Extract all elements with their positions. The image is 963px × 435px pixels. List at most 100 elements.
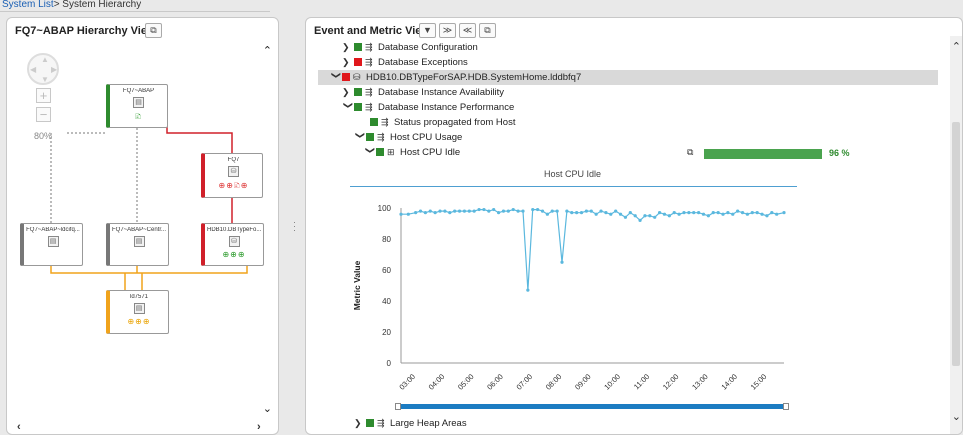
panel-splitter[interactable]: · · · (293, 218, 297, 235)
expand-icon[interactable]: ❯ (342, 55, 354, 70)
y-tick-label: 100 (378, 204, 392, 213)
breadcrumb-link-system-list[interactable]: System List (2, 0, 54, 10)
data-point (614, 209, 618, 213)
data-point (682, 211, 686, 215)
event-metric-view-title: Event and Metric View (314, 25, 430, 37)
data-point (501, 209, 506, 213)
x-tick-label: 07:00 (515, 372, 535, 392)
node-title: FQ7~ABAP (122, 88, 155, 94)
collapse-icon[interactable]: ❯ (329, 72, 344, 84)
data-point (692, 211, 696, 215)
collapse-all-icon[interactable]: ≫ (439, 23, 456, 38)
data-point (687, 211, 691, 215)
chart-toggle-icon[interactable]: ⧉ (687, 147, 693, 158)
tree-row-label: Status propagated from Host (394, 117, 516, 128)
scroll-up-icon[interactable]: ⌃ (952, 40, 961, 53)
expand-all-icon[interactable]: ≪ (459, 23, 476, 38)
expand-icon[interactable]: ❯ (342, 40, 354, 55)
data-point (423, 211, 427, 215)
collapse-icon[interactable]: ❯ (353, 132, 368, 144)
scroll-up-icon[interactable]: ⌃ (263, 44, 272, 57)
data-point (487, 209, 491, 213)
node-fq7-abap[interactable]: FQ7~ABAP ▤ 🗈 (106, 84, 168, 128)
data-point (399, 212, 403, 216)
data-point (545, 212, 549, 216)
y-axis-label: Metric Value (352, 260, 362, 310)
y-tick-label: 0 (387, 359, 392, 368)
tree-row-large-heap-areas[interactable]: ❯ ⇶ Large Heap Areas (318, 416, 938, 431)
data-point (506, 209, 510, 213)
scroll-left-icon[interactable]: ‹ (17, 421, 21, 433)
node-status-icons: ⊕⊕⊕ (127, 317, 151, 326)
tree-row-label: Database Instance Availability (378, 87, 505, 98)
data-point (438, 209, 442, 213)
expand-icon[interactable]: ❯ (342, 85, 354, 100)
collapse-icon[interactable]: ❯ (341, 102, 356, 114)
node-title: FQ7 (227, 157, 240, 163)
metric-value-bar (704, 149, 822, 159)
data-point (721, 212, 725, 216)
x-tick-label: 12:00 (661, 372, 681, 392)
node-ld7571[interactable]: ld7571 ▤ ⊕⊕⊕ (106, 290, 169, 334)
data-point (448, 211, 452, 215)
chart-divider (350, 186, 797, 187)
data-point (618, 212, 623, 216)
tree-row-status-propagated[interactable]: ⇶ Status propagated from Host (318, 115, 938, 130)
data-point (726, 211, 730, 215)
x-tick-label: 14:00 (719, 372, 739, 392)
data-point (672, 211, 676, 215)
time-range-slider[interactable] (395, 403, 789, 410)
tree-row-database-exceptions[interactable]: ❯ ⇶ Database Exceptions (318, 55, 938, 70)
system-icon: ▤ (133, 236, 145, 247)
data-point (604, 211, 608, 215)
data-point (609, 212, 613, 216)
vertical-scrollbar[interactable] (950, 36, 962, 434)
data-point (731, 212, 735, 216)
scroll-down-icon[interactable]: ⌄ (952, 410, 961, 423)
database-icon: ⛁ (353, 72, 361, 82)
node-hdb10-dbtype[interactable]: HDB10.DBTypeFo... ⛁ ⊕⊕⊕ (201, 223, 264, 266)
node-fq7-abap-centr[interactable]: FQ7~ABAP~Centr... ▤ (106, 223, 169, 266)
data-point (482, 207, 486, 212)
filter-icon[interactable]: ▼ (419, 23, 436, 38)
hierarchy-view-panel: FQ7~ABAP Hierarchy View ⧉ ▲ ▼ ◀ ▶ + − 80… (6, 17, 279, 435)
data-point (594, 212, 598, 216)
x-tick-label: 06:00 (485, 372, 505, 392)
x-tick-label: 04:00 (427, 372, 447, 392)
data-point (496, 211, 501, 215)
data-point (750, 211, 754, 215)
data-point (550, 209, 554, 213)
detach-icon[interactable]: ⧉ (479, 23, 496, 38)
data-point (472, 209, 476, 213)
node-fq7[interactable]: FQ7 ⛁ ⊕⊕🗈⊕ (201, 153, 263, 198)
data-point (406, 212, 410, 216)
data-point (770, 211, 774, 215)
data-point (584, 209, 589, 213)
tree-row-label: HDB10.DBTypeForSAP.HDB.SystemHome.lddbfq… (366, 72, 582, 83)
y-tick-label: 20 (382, 328, 391, 337)
data-point (701, 212, 706, 216)
node-fq7-abap-ldcifq[interactable]: FQ7~ABAP~ldcifq... ▤ (20, 223, 83, 266)
data-point (711, 211, 715, 215)
system-icon: ▤ (133, 97, 144, 108)
chart-title: Host CPU Idle (544, 169, 602, 179)
scroll-down-icon[interactable]: ⌄ (263, 402, 272, 415)
data-point (414, 211, 418, 215)
slider-end-handle[interactable] (783, 403, 789, 410)
x-tick-label: 11:00 (632, 372, 651, 391)
expand-icon[interactable]: ❯ (354, 416, 366, 431)
tree-row-database-instance-availability[interactable]: ❯ ⇶ Database Instance Availability (318, 85, 938, 100)
collapse-icon[interactable]: ❯ (363, 147, 378, 159)
status-ok-icon (354, 43, 362, 51)
slider-start-handle[interactable] (395, 403, 401, 410)
tree-row-host-cpu-idle[interactable]: ❯ ⊞ Host CPU Idle (318, 145, 648, 160)
tree-row-hdb10-system[interactable]: ❯ ⛁ HDB10.DBTypeForSAP.HDB.SystemHome.lddb… (318, 70, 938, 85)
data-point (633, 214, 637, 218)
tree-row-database-instance-performance[interactable]: ❯ ⇶ Database Instance Performance (318, 100, 938, 115)
data-point (662, 212, 667, 216)
tree-row-database-configuration[interactable]: ❯ ⇶ Database Configuration (318, 40, 938, 55)
scrollbar-thumb[interactable] (952, 122, 960, 366)
tree-row-host-cpu-usage[interactable]: ❯ ⇶ Host CPU Usage (318, 130, 938, 145)
scroll-right-icon[interactable]: › (257, 421, 261, 433)
data-point (638, 218, 642, 222)
